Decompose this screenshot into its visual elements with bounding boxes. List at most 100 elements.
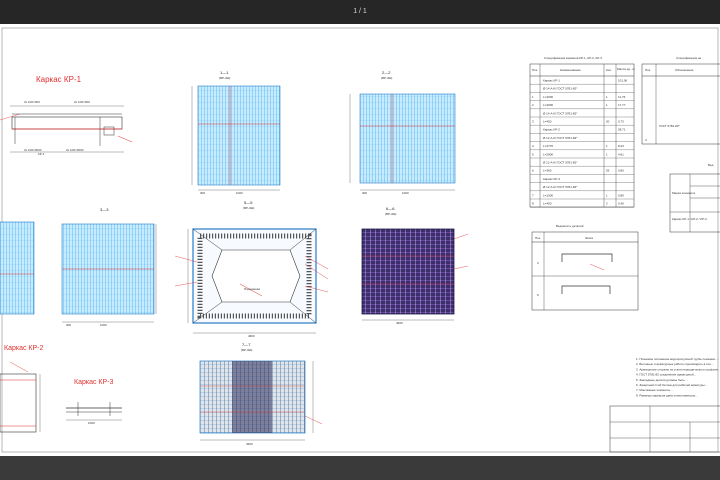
svg-text:Марка элемента: Марка элемента <box>672 191 695 195</box>
spec-cell: 1 <box>606 103 608 107</box>
spec-cell: L=450 <box>543 202 552 206</box>
note-line: 8. Размеры каркасов даны в миллиметрах..… <box>636 393 698 397</box>
spec-cell: 1 <box>606 144 608 148</box>
section-3-3-left[interactable] <box>0 221 35 315</box>
viewer-toolbar: 1 / 1 <box>0 0 720 24</box>
note-line: 3. Арматурные стержни из стали периодиче… <box>636 367 720 371</box>
frame-title-kr3: Каркас КР-3 <box>74 379 113 386</box>
section-5-5-plan[interactable]: Подъёмная 4600 <box>174 228 329 338</box>
section-label-3-3: 3—3 <box>100 207 109 212</box>
svg-text:(ВР-3Ш): (ВР-3Ш) <box>381 76 392 80</box>
parts-table-title: Ведомость деталей <box>556 224 584 228</box>
kr3-frame[interactable]: 1000 <box>66 402 122 425</box>
note-line: 1. Плановое положение водопропускной тру… <box>636 357 719 361</box>
spec-cell: 5 <box>532 152 534 156</box>
svg-text:ГОСТ 5781-82*: ГОСТ 5781-82* <box>659 124 681 128</box>
note-line: 4. ГОСТ 5781-82 соединение арматурной... <box>636 373 696 377</box>
svg-text:1000: 1000 <box>236 191 243 195</box>
svg-text:КР-1: КР-1 <box>38 152 45 156</box>
spec-cell: 1 <box>606 193 608 197</box>
notes-block: 1. Плановое положение водопропускной тру… <box>636 357 720 397</box>
spec-cell: 4 <box>532 144 534 148</box>
section-label-6-6: 6—6 <box>386 206 395 211</box>
spec-cell: 17,77 <box>618 103 626 107</box>
spec-cell: Ø 14 А-III ГОСТ 5781-82* <box>543 111 578 115</box>
drawing-canvas[interactable]: Каркас КР-1 3х 100=300 3х 100=300 3х 100… <box>0 24 720 456</box>
svg-text:Вед: Вед <box>708 163 714 167</box>
note-line: 2. Бетонные и арматурные работы производ… <box>636 362 714 366</box>
svg-text:(ВР-3Ш): (ВР-3Ш) <box>241 348 252 352</box>
svg-text:4600: 4600 <box>246 442 253 446</box>
note-line: 7. Монтажные элементы ... <box>636 388 674 392</box>
section-label-7-7: 7—7 <box>242 342 251 347</box>
spec-cell: 11,76 <box>618 95 626 99</box>
spec-cell: 3 <box>532 120 534 124</box>
spec-cell: 1 <box>606 152 608 156</box>
svg-text:4600: 4600 <box>248 334 255 338</box>
svg-text:Поз.: Поз. <box>645 68 651 72</box>
spec-cell: Ø 12 А-III ГОСТ 5781-82* <box>543 136 578 140</box>
spec-cell: L=1000 <box>543 193 553 197</box>
section-label-1-1: 1—1 <box>220 70 229 75</box>
material-table: Вед Марка элемента Каркас КР-1 / КР-2 / … <box>669 163 720 233</box>
spec-cell: 0,40 <box>618 202 624 206</box>
spec-cell: 2 <box>606 202 608 206</box>
svg-text:300: 300 <box>200 191 205 195</box>
spec-cell: 101,06 <box>618 79 628 83</box>
svg-text:Обозначение: Обозначение <box>675 68 694 72</box>
spec-cell: 0,80 <box>618 169 624 173</box>
svg-text:300: 300 <box>362 191 367 195</box>
section-1-1[interactable]: 300 1000 <box>191 85 281 195</box>
spec-cell: L=4600 <box>543 103 553 107</box>
parts-table: Ведомость деталей Поз. Эскиз 3 6 <box>531 224 639 311</box>
spec-cell: 6 <box>532 169 534 173</box>
spec-table-right-title: Спецификация не <box>676 56 702 60</box>
svg-text:3: 3 <box>537 261 539 265</box>
note-line: 5. Закладные детали должны быть ... <box>636 378 688 382</box>
spec-cell: 4,61 <box>618 152 624 156</box>
section-6-6[interactable]: 4600 <box>361 228 469 325</box>
spec-cell: Каркас КР-2 <box>543 128 560 132</box>
spec-cell: Ø 12 А-III ГОСТ 5781-82* <box>543 185 578 189</box>
svg-text:Поз.: Поз. <box>532 68 538 72</box>
svg-text:(ВР-3Ш): (ВР-3Ш) <box>243 206 254 210</box>
kr1-elevation[interactable]: 3х 100=300 3х 100=300 3х 100=3000 3х 100… <box>0 100 133 156</box>
frame-title-kr2: Каркас КР-2 <box>4 345 43 352</box>
spec-cell: 8,23 <box>618 144 624 148</box>
svg-text:Наименование: Наименование <box>560 68 581 72</box>
spec-cell: 7 <box>532 193 534 197</box>
spec-cell: L=360 <box>543 169 552 173</box>
page-indicator: 1 / 1 <box>353 8 367 15</box>
spec-cell: 1 <box>606 95 608 99</box>
svg-text:Подъёмная: Подъёмная <box>244 287 260 291</box>
svg-text:Масса ед., кг: Масса ед., кг <box>617 67 635 71</box>
svg-text:1000: 1000 <box>100 323 107 327</box>
section-3-3[interactable]: 300 1000 <box>61 223 157 327</box>
section-2-2[interactable]: 300 1000 <box>349 93 456 195</box>
svg-text:1000: 1000 <box>402 191 409 195</box>
viewer-bottom-bar <box>0 456 720 480</box>
spec-cell: Ø 14 А-III ГОСТ 5781-82* <box>543 87 578 91</box>
kr2-frame[interactable] <box>0 361 41 433</box>
svg-text:(ВР-3Ш): (ВР-3Ш) <box>385 212 396 216</box>
title-block <box>609 405 720 453</box>
spec-cell: Каркас КР-3 <box>543 177 560 181</box>
spec-table-title: Спецификация каркасов КР-1, КР-2, КР-3 <box>544 56 602 60</box>
spec-cell: 26 <box>606 169 610 173</box>
svg-text:3х 100=300: 3х 100=300 <box>24 100 40 104</box>
section-label-5-5: 5—5 <box>244 200 253 205</box>
note-line: 6. Защитный слой бетона для рабочей арма… <box>636 383 707 387</box>
spec-table: Спецификация каркасов КР-1, КР-2, КР-3 П… <box>529 56 635 208</box>
svg-text:4600: 4600 <box>396 321 403 325</box>
spec-table-right: Спецификация не Поз. Обозначение ГОСТ 57… <box>641 56 720 145</box>
section-7-7[interactable]: 4600 <box>199 360 323 446</box>
svg-text:3х 100=300: 3х 100=300 <box>74 100 90 104</box>
svg-text:3х 100=3000: 3х 100=3000 <box>66 148 84 152</box>
svg-text:300: 300 <box>66 323 71 327</box>
drawing-sheet[interactable]: Каркас КР-1 3х 100=300 3х 100=300 3х 100… <box>0 24 720 456</box>
spec-cell: L=450 <box>543 120 552 124</box>
spec-cell: Каркас КР-1 <box>543 79 560 83</box>
svg-text:Кол.: Кол. <box>606 68 612 72</box>
spec-cell: L=4600 <box>543 95 553 99</box>
spec-cell: L=4770 <box>543 144 553 148</box>
